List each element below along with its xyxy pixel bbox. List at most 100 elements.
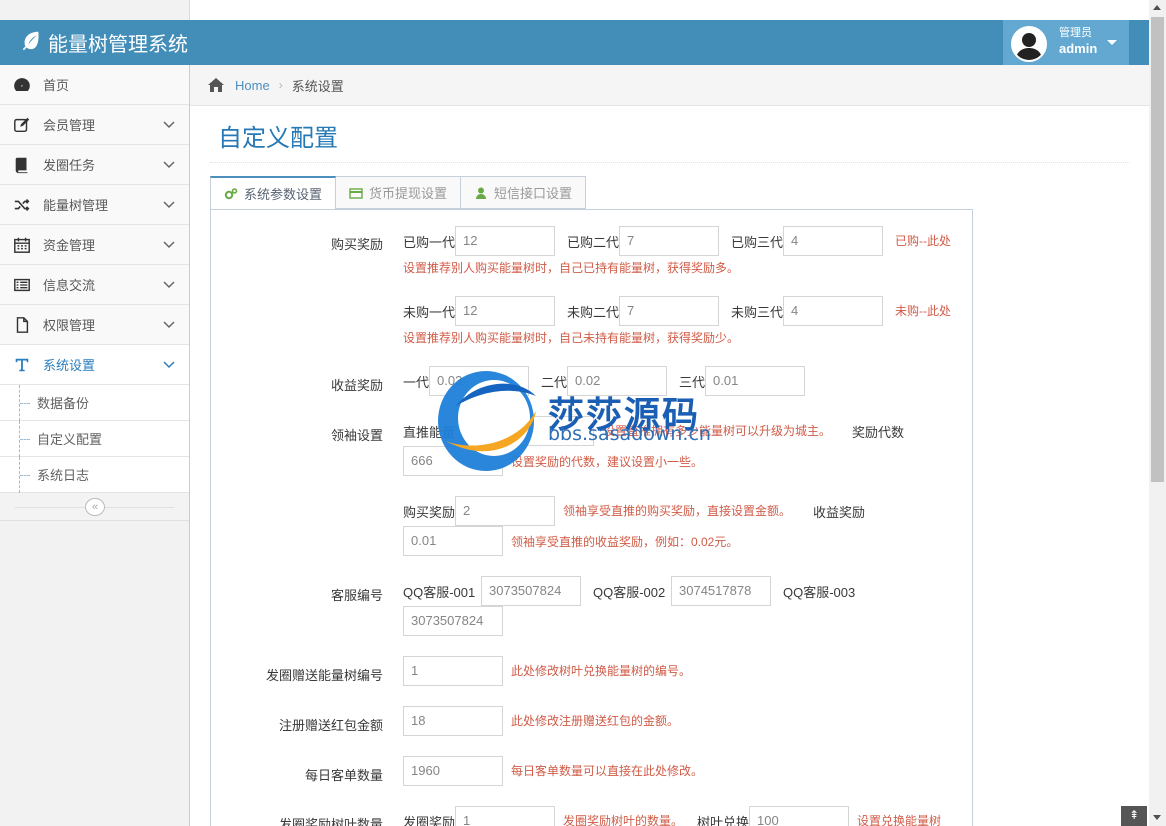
income-gen3-input[interactable]: 0.01 — [705, 366, 805, 396]
sidebar-item-home[interactable]: 首页 — [0, 65, 189, 105]
calendar-icon — [12, 235, 32, 255]
user-info: 管理员 admin — [1059, 26, 1097, 56]
notbought-gen2-input[interactable]: 7 — [619, 296, 719, 326]
breadcrumb: Home › 系统设置 — [190, 65, 1149, 106]
income-reward-label: 收益奖励 — [330, 378, 383, 393]
sidebar-collapse-bar: « — [0, 493, 189, 521]
income-gen1-input[interactable]: 0.03 — [429, 366, 529, 396]
sidebar-item-messages[interactable]: 信息交流 — [0, 265, 189, 305]
collapse-sidebar-button[interactable]: « — [85, 498, 105, 516]
scrollbar-thumb[interactable] — [1151, 17, 1164, 482]
gift-tree-hint: 此处修改树叶兑换能量树的编号。 — [511, 664, 692, 678]
leaf-exchange-label: 树叶兑换 — [697, 815, 750, 826]
qq1-input[interactable]: 3073507824 — [481, 576, 581, 606]
chevron-down-icon — [163, 161, 175, 169]
bought-gen3-label: 已购三代 — [731, 235, 784, 250]
divider — [210, 162, 1130, 163]
sidebar-subitem-label: 自定义配置 — [37, 432, 103, 447]
navbar: 能量树管理系统 管理员 admin — [0, 20, 1149, 65]
edit-icon — [12, 115, 32, 135]
bought-gen2-input[interactable]: 7 — [619, 226, 719, 256]
sidebar-subitem-backup[interactable]: 数据备份 — [0, 385, 189, 421]
tab-label: 短信接口设置 — [494, 186, 573, 201]
chevron-down-icon — [163, 321, 175, 329]
bought-gen3-input[interactable]: 4 — [783, 226, 883, 256]
scroll-to-top-button[interactable]: ⇞ — [1121, 806, 1147, 826]
book-icon — [12, 155, 32, 175]
file-icon — [12, 315, 32, 335]
cogs-icon — [224, 187, 238, 199]
leaf-reward-label: 发圈奖励树叶数量 — [278, 817, 383, 826]
income-gen1-label: 一代 — [403, 375, 430, 390]
leader-buy-input[interactable]: 2 — [455, 496, 555, 526]
leader-direct-label: 直推能量 — [403, 425, 456, 440]
tab-label: 货币提现设置 — [369, 186, 448, 201]
user-role: 管理员 — [1059, 27, 1092, 39]
sidebar-item-tasks[interactable]: 发圈任务 — [0, 145, 189, 185]
daily-orders-hint: 每日客单数量可以直接在此处修改。 — [511, 764, 704, 778]
register-gift-hint: 此处修改注册赠送红包的金额。 — [511, 714, 680, 728]
notbought-gen3-input[interactable]: 4 — [783, 296, 883, 326]
leader-income-hint: 领袖享受直推的收益奖励，例如：0.02元。 — [511, 535, 739, 549]
sidebar-item-system-settings[interactable]: 系统设置 — [0, 345, 189, 385]
leaf-exchange-input[interactable]: 100 — [749, 806, 849, 826]
register-gift-input[interactable]: 18 — [403, 706, 503, 736]
leaf-icon — [20, 29, 42, 57]
user-name: admin — [1059, 41, 1098, 56]
page-scrollbar[interactable] — [1149, 0, 1166, 826]
brand[interactable]: 能量树管理系统 — [20, 28, 188, 57]
tab-bar: 系统参数设置 货币提现设置 短信接口设置 — [210, 176, 587, 210]
sidebar-item-permissions[interactable]: 权限管理 — [0, 305, 189, 345]
chevron-down-icon — [163, 361, 175, 369]
credit-card-icon — [349, 187, 363, 199]
notbought-gen1-input[interactable]: 12 — [455, 296, 555, 326]
sidebar-item-label: 系统设置 — [43, 358, 96, 373]
scroll-down-icon[interactable] — [1153, 815, 1161, 820]
leader-gen-input[interactable]: 666 — [403, 446, 503, 476]
tab-sms-api[interactable]: 短信接口设置 — [461, 176, 587, 209]
dashboard-icon — [12, 75, 32, 95]
notbought-gen1-label: 未购一代 — [403, 305, 456, 320]
sidebar-subitem-custom-config[interactable]: 自定义配置 — [0, 421, 189, 457]
leader-income-input[interactable]: 0.01 — [403, 526, 503, 556]
notbought-gen3-label: 未购三代 — [731, 305, 784, 320]
tab-withdrawal[interactable]: 货币提现设置 — [336, 176, 462, 209]
sidebar-item-energy-tree[interactable]: 能量树管理 — [0, 185, 189, 225]
text-icon — [12, 355, 32, 375]
chevron-down-icon — [163, 121, 175, 129]
daily-orders-input[interactable]: 1960 — [403, 756, 503, 786]
top-strip — [0, 0, 1149, 20]
qq3-label: QQ客服-003 — [783, 585, 856, 600]
app-title: 能量树管理系统 — [48, 34, 188, 56]
watermark-subtitle: bbs.sasadown.cn — [548, 423, 711, 445]
breadcrumb-current: 系统设置 — [291, 78, 344, 94]
qq3-input[interactable]: 3073507824 — [403, 606, 503, 636]
scroll-up-icon[interactable] — [1153, 5, 1161, 10]
shuffle-icon — [12, 195, 32, 215]
user-menu[interactable]: 管理员 admin — [1003, 20, 1129, 65]
sidebar-item-label: 信息交流 — [43, 278, 96, 293]
avatar — [1011, 26, 1047, 62]
qq2-input[interactable]: 3074517878 — [671, 576, 771, 606]
sidebar-item-label: 发圈任务 — [43, 158, 96, 173]
sidebar-item-label: 资金管理 — [43, 238, 96, 253]
sidebar-item-funds[interactable]: 资金管理 — [0, 225, 189, 265]
leader-label: 领袖设置 — [330, 428, 383, 443]
breadcrumb-separator: › — [278, 78, 283, 92]
gift-tree-input[interactable]: 1 — [403, 656, 503, 686]
leader-buy-label: 购买奖励 — [403, 505, 456, 520]
sidebar-item-members[interactable]: 会员管理 — [0, 105, 189, 145]
breadcrumb-home-link[interactable]: Home — [235, 78, 270, 93]
leaf-reward-input[interactable]: 1 — [455, 806, 555, 826]
home-icon — [208, 78, 224, 92]
tab-system-params[interactable]: 系统参数设置 — [210, 176, 337, 210]
sidebar-subitem-system-log[interactable]: 系统日志 — [0, 457, 189, 493]
gift-tree-label: 发圈赠送能量树编号 — [265, 668, 383, 683]
purchase-reward-label: 购买奖励 — [330, 237, 383, 252]
bought-gen2-label: 已购二代 — [567, 235, 620, 250]
sidebar-item-label: 首页 — [43, 78, 70, 93]
sidebar-subitem-label: 系统日志 — [37, 468, 90, 483]
bought-gen1-input[interactable]: 12 — [455, 226, 555, 256]
notbought-hint-detail: 设置推荐别人购买能量树时，自己未持有能量树，获得奖励少。 — [403, 331, 740, 345]
bought-hint-detail: 设置推荐别人购买能量树时，自己已持有能量树，获得奖励多。 — [403, 261, 740, 275]
